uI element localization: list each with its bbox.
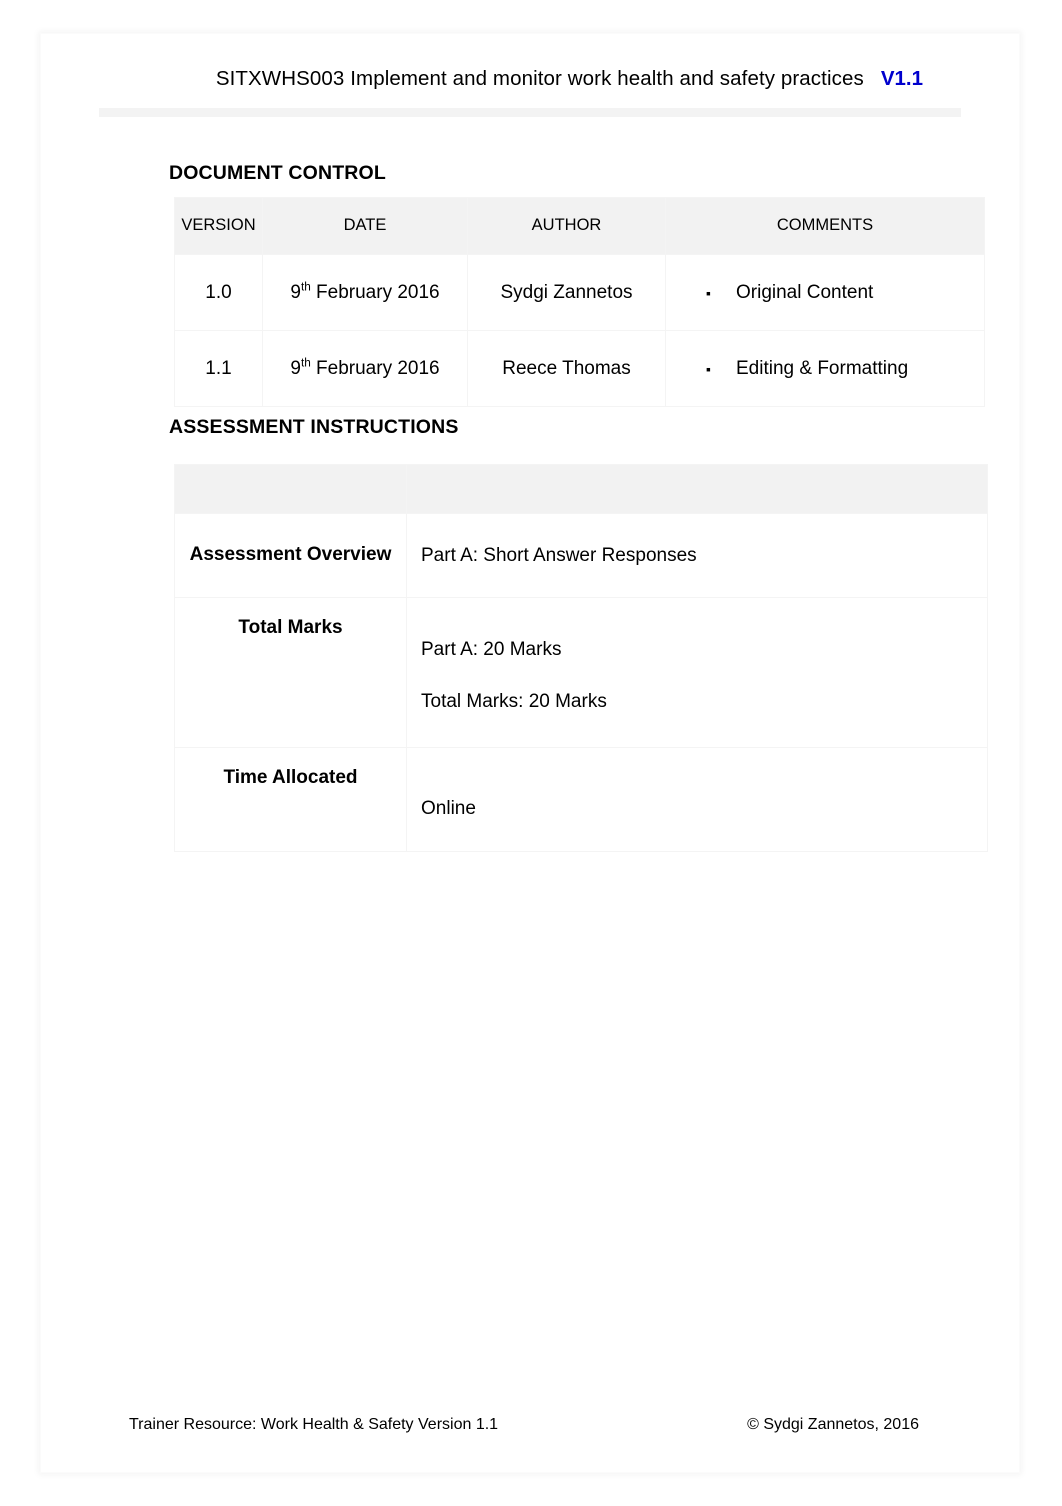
header-version-badge: V1.1 xyxy=(880,67,923,90)
date-rest: February 2016 xyxy=(310,281,440,303)
square-bullet-icon: ▪ xyxy=(706,360,711,377)
section-heading-document-control: DOCUMENT CONTROL xyxy=(169,162,386,184)
column-header-label xyxy=(174,464,407,514)
cell-comments: ▪ Original Content xyxy=(665,254,985,331)
cell-date: 9th February 2016 xyxy=(262,330,468,407)
cell-comments: ▪ Editing & Formatting xyxy=(665,330,985,407)
date-rest: February 2016 xyxy=(310,357,440,379)
document-page: SITXWHS003 Implement and monitor work he… xyxy=(40,33,1020,1473)
table-row: Total Marks Part A: 20 Marks Total Marks… xyxy=(174,597,988,748)
table-row: Time Allocated Online xyxy=(174,747,988,852)
footer-left-text: Trainer Resource: Work Health & Safety V… xyxy=(129,1416,499,1433)
document-control-table: VERSION DATE AUTHOR COMMENTS 1.0 9th Feb… xyxy=(174,197,985,407)
value-line: Part A: Short Answer Responses xyxy=(421,544,697,566)
table-header-row xyxy=(174,464,988,514)
column-header-date: DATE xyxy=(262,197,468,255)
date-ordinal-suffix: th xyxy=(300,356,311,370)
date-day: 9 xyxy=(290,281,301,303)
document-footer: Trainer Resource: Work Health & Safety V… xyxy=(129,1416,933,1434)
table-header-row: VERSION DATE AUTHOR COMMENTS xyxy=(174,197,985,255)
table-row: 1.1 9th February 2016 Reece Thomas ▪ Edi… xyxy=(174,330,985,407)
square-bullet-icon: ▪ xyxy=(706,284,711,301)
value-line: Online xyxy=(421,797,476,819)
comment-text: Original Content xyxy=(736,281,874,303)
column-header-author: AUTHOR xyxy=(467,197,666,255)
header-title: SITXWHS003 Implement and monitor work he… xyxy=(215,67,864,90)
date-ordinal-suffix: th xyxy=(300,280,311,294)
assessment-instructions-table: Assessment Overview Part A: Short Answer… xyxy=(174,464,988,852)
section-heading-assessment-instructions: ASSESSMENT INSTRUCTIONS xyxy=(169,416,459,438)
cell-version: 1.0 xyxy=(174,254,263,331)
row-value-assessment-overview: Part A: Short Answer Responses xyxy=(406,513,988,598)
column-header-version: VERSION xyxy=(174,197,263,255)
comment-text: Editing & Formatting xyxy=(736,357,909,379)
value-line: Total Marks: 20 Marks xyxy=(421,690,607,712)
cell-date: 9th February 2016 xyxy=(262,254,468,331)
table-row: 1.0 9th February 2016 Sydgi Zannetos ▪ O… xyxy=(174,254,985,331)
row-value-total-marks: Part A: 20 Marks Total Marks: 20 Marks xyxy=(406,597,988,748)
row-label-time-allocated: Time Allocated xyxy=(174,747,407,852)
document-header: SITXWHS003 Implement and monitor work he… xyxy=(99,59,961,117)
row-label-assessment-overview: Assessment Overview xyxy=(174,513,407,598)
column-header-comments: COMMENTS xyxy=(665,197,985,255)
footer-right-copyright: © Sydgi Zannetos, 2016 xyxy=(747,1416,919,1433)
row-label-total-marks: Total Marks xyxy=(174,597,407,748)
row-value-time-allocated: Online xyxy=(406,747,988,852)
table-row: Assessment Overview Part A: Short Answer… xyxy=(174,513,988,598)
column-header-value xyxy=(406,464,988,514)
cell-author: Sydgi Zannetos xyxy=(467,254,666,331)
date-day: 9 xyxy=(290,357,301,379)
cell-author: Reece Thomas xyxy=(467,330,666,407)
value-line: Part A: 20 Marks xyxy=(421,639,562,661)
cell-version: 1.1 xyxy=(174,330,263,407)
